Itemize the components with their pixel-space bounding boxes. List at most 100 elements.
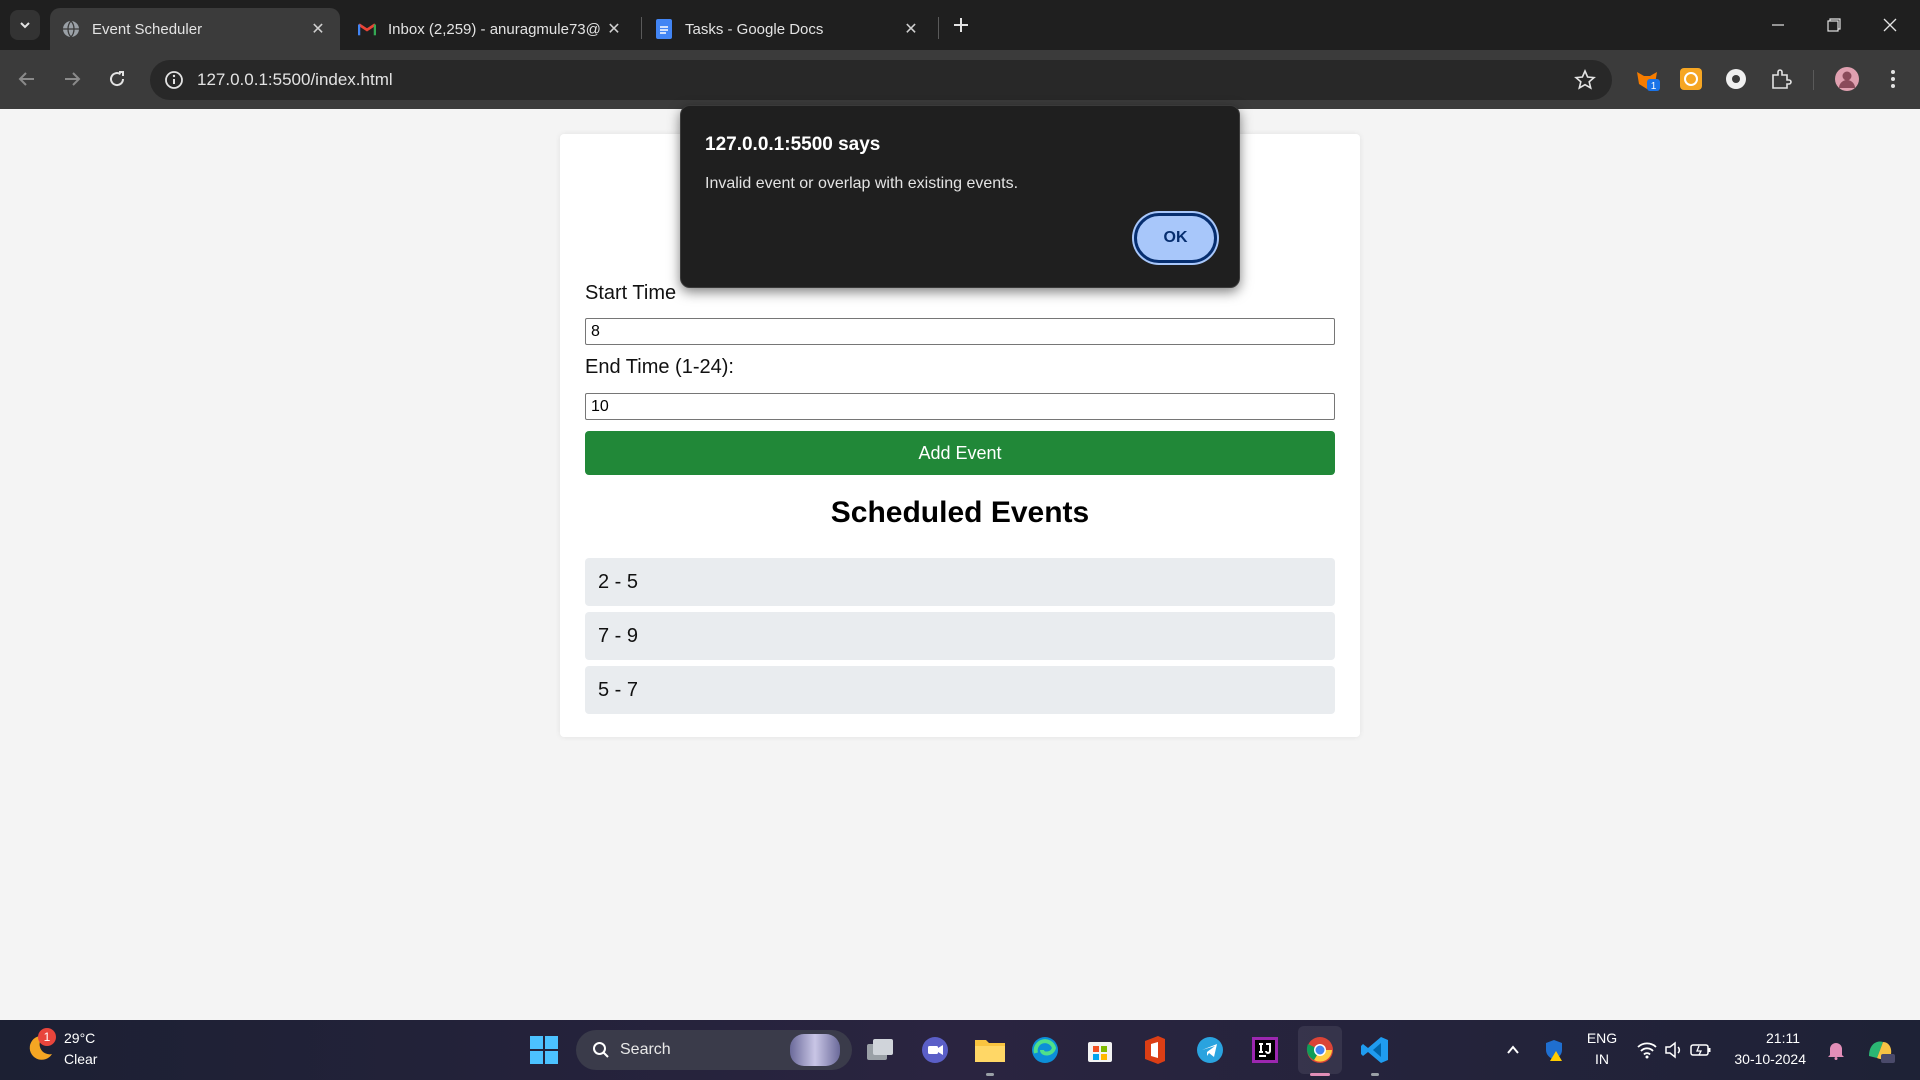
teams-chat-button[interactable] (919, 1034, 951, 1066)
forward-button[interactable] (57, 64, 87, 94)
weather-badge: 1 (38, 1028, 56, 1046)
bookmark-star-icon[interactable] (1574, 69, 1596, 91)
minimize-button[interactable] (1750, 0, 1806, 50)
alert-dialog: 127.0.0.1:5500 says Invalid event or ove… (680, 105, 1240, 288)
defender-tray-button[interactable] (1538, 1034, 1570, 1066)
browser-menu-button[interactable] (1880, 66, 1906, 92)
extension-button[interactable]: 1 (1634, 66, 1660, 92)
end-time-input[interactable] (585, 393, 1335, 420)
taskbar-search[interactable]: Search (576, 1030, 852, 1070)
tab-title: Event Scheduler (92, 20, 203, 38)
running-indicator (986, 1073, 994, 1076)
close-tab-icon[interactable]: ✕ (899, 17, 923, 41)
store-button[interactable] (1084, 1034, 1116, 1066)
globe-icon (62, 20, 80, 38)
tab-title: Inbox (2,259) - anuragmule73@ (388, 20, 601, 38)
office-button[interactable] (1139, 1034, 1171, 1066)
search-highlight-image (790, 1034, 840, 1066)
weather-widget[interactable]: 1 29°C Clear (18, 1026, 148, 1074)
restore-button[interactable] (1806, 0, 1862, 50)
tab-google-docs[interactable]: Tasks - Google Docs ✕ (643, 8, 933, 50)
toolbar-divider (1813, 70, 1814, 90)
dialog-title: 127.0.0.1:5500 says (705, 134, 881, 155)
start-button[interactable] (528, 1034, 560, 1066)
edge-icon (1032, 1037, 1058, 1063)
plus-icon (954, 18, 968, 32)
close-tab-icon[interactable]: ✕ (306, 17, 330, 41)
tab-event-scheduler[interactable]: Event Scheduler ✕ (50, 8, 340, 50)
event-item: 2 - 5 (585, 558, 1335, 606)
telegram-button[interactable] (1194, 1034, 1226, 1066)
event-list: 2 - 5 7 - 9 5 - 7 (585, 558, 1335, 720)
close-icon (1883, 18, 1897, 32)
tab-inbox[interactable]: Inbox (2,259) - anuragmule73@ ✕ (346, 8, 636, 50)
notifications-button[interactable] (1820, 1034, 1852, 1066)
vscode-button[interactable] (1359, 1034, 1391, 1066)
extension-button[interactable] (1678, 66, 1704, 92)
language-indicator[interactable]: ENG (1582, 1030, 1622, 1046)
add-event-button[interactable]: Add Event (585, 431, 1335, 475)
arrow-left-icon (18, 72, 34, 86)
bell-icon (1828, 1043, 1844, 1060)
quick-settings-button[interactable] (1632, 1034, 1716, 1066)
extension-fox-icon: 1 (1637, 72, 1660, 92)
telegram-icon (1197, 1037, 1223, 1063)
new-tab-button[interactable] (948, 12, 974, 38)
gmail-icon (358, 20, 376, 38)
arrow-right-icon (65, 72, 81, 86)
vscode-icon (1361, 1037, 1388, 1063)
copilot-button[interactable] (1864, 1034, 1896, 1066)
end-time-label: End Time (1-24): (585, 356, 734, 378)
weather-description: Clear (64, 1051, 98, 1067)
intellij-button[interactable] (1249, 1034, 1281, 1066)
chrome-icon (1306, 1037, 1333, 1063)
wifi-icon (1637, 1042, 1657, 1059)
clock-time[interactable]: 21:11 (1730, 1030, 1800, 1046)
kebab-menu-icon (1891, 70, 1895, 88)
avatar-icon (1835, 67, 1859, 91)
browser-tab-bar: Event Scheduler ✕ Inbox (2,259) - anurag… (0, 0, 1920, 50)
info-icon[interactable] (162, 68, 186, 92)
browser-toolbar: 127.0.0.1:5500/index.html 1 (0, 50, 1920, 109)
start-time-input[interactable] (585, 318, 1335, 345)
intellij-icon (1252, 1037, 1278, 1063)
folder-icon (975, 1040, 1005, 1062)
search-icon (593, 1042, 609, 1058)
tab-divider (641, 17, 642, 39)
extension-badge: 1 (1651, 81, 1657, 92)
url-text[interactable]: 127.0.0.1:5500/index.html (197, 70, 393, 90)
chevron-down-icon (20, 22, 30, 29)
store-icon (1088, 1042, 1112, 1062)
task-view-icon (867, 1039, 893, 1060)
copilot-icon (1869, 1041, 1895, 1063)
close-window-button[interactable] (1862, 0, 1918, 50)
event-item: 7 - 9 (585, 612, 1335, 660)
active-indicator (1310, 1073, 1330, 1076)
start-time-label: Start Time (585, 282, 677, 304)
shield-warning-icon (1546, 1040, 1562, 1061)
minimize-icon (1772, 24, 1784, 26)
ok-button[interactable]: OK (1134, 213, 1217, 263)
tab-search-button[interactable] (10, 10, 40, 40)
event-item: 5 - 7 (585, 666, 1335, 714)
close-tab-icon[interactable]: ✕ (602, 17, 626, 41)
show-hidden-icons-button[interactable] (1497, 1034, 1529, 1066)
address-bar[interactable]: 127.0.0.1:5500/index.html (150, 60, 1612, 100)
profile-avatar[interactable] (1834, 66, 1860, 92)
reload-button[interactable] (102, 64, 132, 94)
dialog-message: Invalid event or overlap with existing e… (705, 175, 1019, 192)
puzzle-icon (1772, 69, 1792, 89)
extensions-menu-button[interactable] (1768, 66, 1794, 92)
task-view-button[interactable] (864, 1034, 896, 1066)
google-docs-icon (655, 19, 673, 39)
running-indicator (1371, 1073, 1379, 1076)
chrome-button[interactable] (1304, 1034, 1336, 1066)
edge-button[interactable] (1029, 1034, 1061, 1066)
back-button[interactable] (12, 64, 42, 94)
extension-button[interactable] (1723, 66, 1749, 92)
battery-icon (1690, 1044, 1711, 1056)
tab-divider (938, 17, 939, 39)
restore-icon (1827, 18, 1841, 32)
windows-icon (530, 1036, 558, 1064)
file-explorer-button[interactable] (974, 1034, 1006, 1066)
